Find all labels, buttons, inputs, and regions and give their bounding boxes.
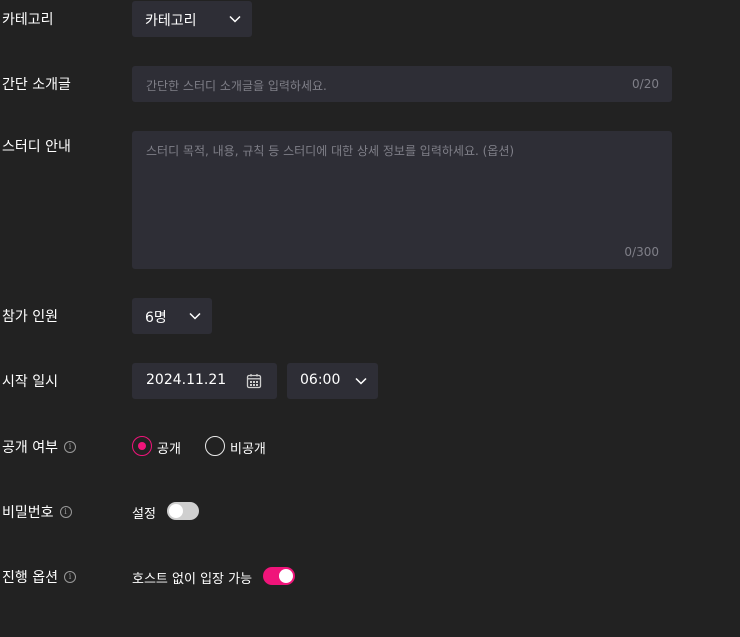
guide-textarea[interactable]: 스터디 목적, 내용, 규칙 등 스터디에 대한 상세 정보를 입력하세요. (… [132,131,672,269]
visibility-label: 공개 여부 i [2,437,76,457]
toggle-knob [169,504,183,518]
start-time-select[interactable]: 06:00 [287,363,378,399]
category-select-value: 카테고리 [145,13,197,29]
intro-counter: 0/20 [632,77,659,91]
toggle-knob [279,569,293,583]
info-icon[interactable]: i [63,441,76,453]
visibility-label-text: 공개 여부 [2,440,58,456]
progress-option-label: 진행 옵션 i [2,567,76,587]
chevron-down-icon [355,377,367,385]
password-toggle-label: 설정 [132,507,156,522]
password-toggle[interactable] [167,502,199,520]
participants-select-value: 6명 [145,310,167,326]
guide-label: 스터디 안내 [2,136,71,156]
password-label: 비밀번호 i [2,502,72,522]
progress-option-label-text: 진행 옵션 [2,570,58,586]
intro-input[interactable]: 간단한 스터디 소개글을 입력하세요. 0/20 [132,66,672,102]
host-free-entry-label: 호스트 없이 입장 가능 [132,572,253,587]
chevron-down-icon [189,312,201,320]
guide-counter: 0/300 [624,245,659,259]
category-label-text: 카테고리 [2,12,54,28]
category-label: 카테고리 [2,9,54,29]
start-date-value: 2024.11.21 [146,372,227,388]
radio-public[interactable] [132,436,152,456]
guide-label-text: 스터디 안내 [2,139,71,155]
intro-label-text: 간단 소개글 [2,77,71,93]
guide-placeholder: 스터디 목적, 내용, 규칙 등 스터디에 대한 상세 정보를 입력하세요. (… [146,144,515,158]
info-icon[interactable]: i [59,506,72,518]
radio-private[interactable] [205,436,225,456]
participants-label: 참가 인원 [2,306,58,326]
host-free-entry-toggle[interactable] [263,567,295,585]
radio-public-label[interactable]: 공개 [157,438,181,457]
intro-placeholder: 간단한 스터디 소개글을 입력하세요. [146,79,327,93]
password-label-text: 비밀번호 [2,505,54,521]
participants-label-text: 참가 인원 [2,309,58,325]
calendar-icon[interactable] [246,373,262,389]
participants-select[interactable]: 6명 [132,298,212,334]
start-time-value: 06:00 [300,372,341,388]
radio-private-label[interactable]: 비공개 [230,438,266,457]
info-icon[interactable]: i [63,571,76,583]
chevron-down-icon [229,15,241,23]
start-label-text: 시작 일시 [2,374,58,390]
start-label: 시작 일시 [2,371,58,391]
category-select[interactable]: 카테고리 [132,1,252,37]
start-date-picker[interactable]: 2024.11.21 [132,363,277,399]
intro-label: 간단 소개글 [2,74,71,94]
